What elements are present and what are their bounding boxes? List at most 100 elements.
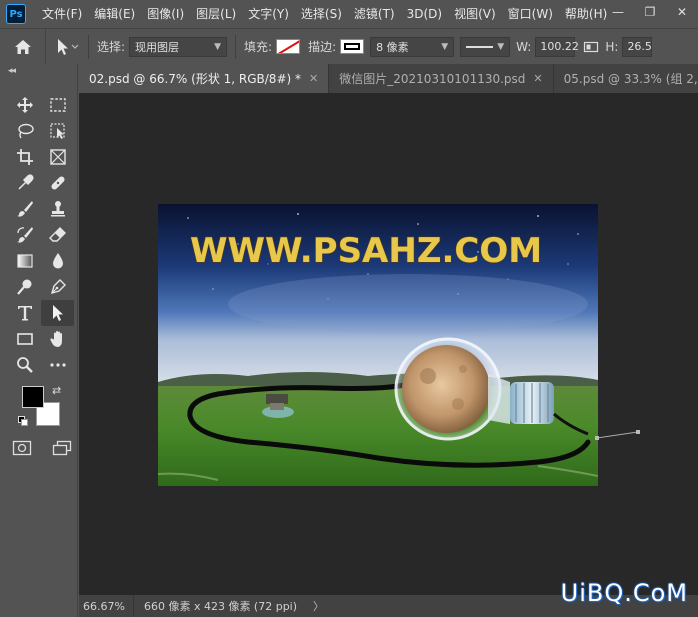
menu-window[interactable]: 窗口(W): [502, 0, 559, 28]
artwork-image: WWW.PSAHZ.COM: [158, 204, 598, 486]
screen-mode-icon[interactable]: [52, 440, 72, 456]
home-button[interactable]: [0, 29, 46, 64]
brush-tool[interactable]: [8, 196, 41, 222]
stamp-tool[interactable]: [41, 196, 74, 222]
stroke-line-preview: [466, 45, 494, 48]
window-controls: — ❐ ✕: [602, 0, 698, 24]
more-tools[interactable]: [41, 352, 74, 378]
history-brush-tool[interactable]: [8, 222, 41, 248]
lasso-tool[interactable]: [8, 118, 41, 144]
tab-label: 05.psd @ 33.3% (组 2, R...: [563, 72, 698, 86]
stroke-style-dropdown[interactable]: ▼: [460, 36, 511, 57]
menu-file[interactable]: 文件(F): [36, 0, 88, 28]
watermark: UiBQ.CoM: [560, 579, 688, 607]
tab-wechat-image[interactable]: 微信图片_20210310101130.psd ✕: [329, 64, 554, 93]
tab-05-psd[interactable]: 05.psd @ 33.3% (组 2, R...: [553, 64, 698, 93]
move-tool-icon: [16, 97, 33, 113]
eyedropper-tool[interactable]: [8, 170, 41, 196]
quick-mask-icon[interactable]: [12, 440, 32, 456]
select-dropdown-value: 现用图层: [135, 40, 180, 54]
lasso-tool-icon: [17, 123, 34, 139]
zoom-level[interactable]: 66.67%: [79, 595, 134, 617]
fill-label: 填充:: [244, 40, 273, 54]
mode-row: [12, 440, 72, 456]
eraser-tool-icon: [48, 227, 66, 242]
zoom-tool[interactable]: [8, 352, 41, 378]
menu-filter[interactable]: 滤镜(T): [348, 0, 401, 28]
dodge-tool[interactable]: [8, 274, 41, 300]
path-anchor-handles[interactable]: [594, 430, 644, 442]
menu-image[interactable]: 图像(I): [141, 0, 190, 28]
pen-tool[interactable]: [41, 274, 74, 300]
tool-grid: [8, 92, 74, 378]
fill-none-swatch[interactable]: [276, 39, 301, 54]
canvas-area[interactable]: WWW.PSAHZ.COM: [79, 93, 698, 595]
document-tabs: 02.psd @ 66.7% (形状 1, RGB/8#) * ✕ 微信图片_2…: [79, 64, 698, 93]
blur-tool-icon: [52, 253, 63, 269]
eraser-tool[interactable]: [41, 222, 74, 248]
chevron-right-icon[interactable]: 〉: [313, 598, 324, 614]
close-button[interactable]: ✕: [666, 0, 698, 24]
menu-edit[interactable]: 编辑(E): [88, 0, 141, 28]
menu-bar: Ps 文件(F) 编辑(E) 图像(I) 图层(L) 文字(Y) 选择(S) 滤…: [0, 0, 698, 28]
link-dimensions-icon[interactable]: [583, 40, 599, 54]
width-label: W:: [516, 39, 532, 54]
menu-type[interactable]: 文字(Y): [242, 0, 295, 28]
blur-tool[interactable]: [41, 248, 74, 274]
crop-tool[interactable]: [8, 144, 41, 170]
menu-3d[interactable]: 3D(D): [401, 0, 448, 28]
document-canvas[interactable]: WWW.PSAHZ.COM: [158, 204, 598, 486]
rectangle-tool-icon: [16, 333, 33, 345]
height-input[interactable]: 26.5: [622, 36, 653, 57]
dodge-tool-icon: [16, 279, 31, 295]
type-tool[interactable]: [8, 300, 41, 326]
frame-tool[interactable]: [41, 144, 74, 170]
menu-select[interactable]: 选择(S): [295, 0, 348, 28]
path-select-tool[interactable]: [41, 300, 74, 326]
menu-layer[interactable]: 图层(L): [190, 0, 242, 28]
home-icon: [14, 39, 31, 54]
width-input[interactable]: 100.22: [535, 36, 579, 57]
artwork-headline: WWW.PSAHZ.COM: [190, 231, 542, 271]
close-icon[interactable]: ✕: [533, 72, 542, 85]
minimize-button[interactable]: —: [602, 0, 634, 24]
gradient-tool[interactable]: [8, 248, 41, 274]
healing-tool-icon: [50, 176, 65, 190]
healing-tool[interactable]: [41, 170, 74, 196]
restore-button[interactable]: ❐: [634, 0, 666, 24]
chevron-down-icon: ▼: [441, 41, 449, 52]
color-swatches: ⇄: [18, 384, 68, 430]
chevron-down-icon: ▼: [497, 41, 505, 52]
rectangle-tool[interactable]: [8, 326, 41, 352]
toolbox: ◂◂ ⇄: [0, 64, 78, 617]
tab-label: 02.psd @ 66.7% (形状 1, RGB/8#) *: [89, 72, 301, 86]
stroke-width-input[interactable]: 8 像素 ▼: [370, 36, 455, 57]
eyedropper-tool-icon: [17, 174, 34, 190]
hand-tool[interactable]: [41, 326, 74, 352]
chevron-down-icon: ▼: [214, 41, 222, 52]
collapse-panel-icon[interactable]: ◂◂: [8, 66, 16, 76]
object-select-tool[interactable]: [41, 118, 74, 144]
brush-tool-icon: [16, 201, 33, 217]
stamp-tool-icon: [50, 201, 65, 217]
move-tool[interactable]: [8, 92, 41, 118]
close-icon[interactable]: ✕: [309, 72, 318, 85]
stroke-label: 描边:: [308, 40, 337, 54]
path-select-tool-preset-icon[interactable]: [54, 37, 80, 57]
options-bar: 选择: 现用图层 ▼ 填充: 描边: 8 像素 ▼ ▼ W: 100.22 H:…: [0, 28, 698, 64]
type-tool-icon: [17, 306, 32, 321]
stroke-color-swatch[interactable]: [340, 39, 365, 54]
select-label: 选择:: [97, 40, 126, 54]
select-dropdown[interactable]: 现用图层 ▼: [129, 36, 228, 57]
marquee-tool[interactable]: [41, 92, 74, 118]
foreground-color-swatch[interactable]: [22, 386, 44, 408]
photoshop-logo-icon: Ps: [6, 4, 26, 24]
marquee-tool-icon: [49, 98, 66, 112]
menu-view[interactable]: 视图(V): [448, 0, 502, 28]
document-info: 660 像素 x 423 像素 (72 ppi): [143, 600, 298, 613]
stroke-width-value: 8 像素: [376, 40, 409, 54]
default-colors-icon[interactable]: [18, 416, 28, 426]
tab-02-psd[interactable]: 02.psd @ 66.7% (形状 1, RGB/8#) * ✕: [79, 64, 330, 93]
more-tools-icon: [49, 363, 66, 367]
swap-colors-icon[interactable]: ⇄: [52, 384, 61, 397]
